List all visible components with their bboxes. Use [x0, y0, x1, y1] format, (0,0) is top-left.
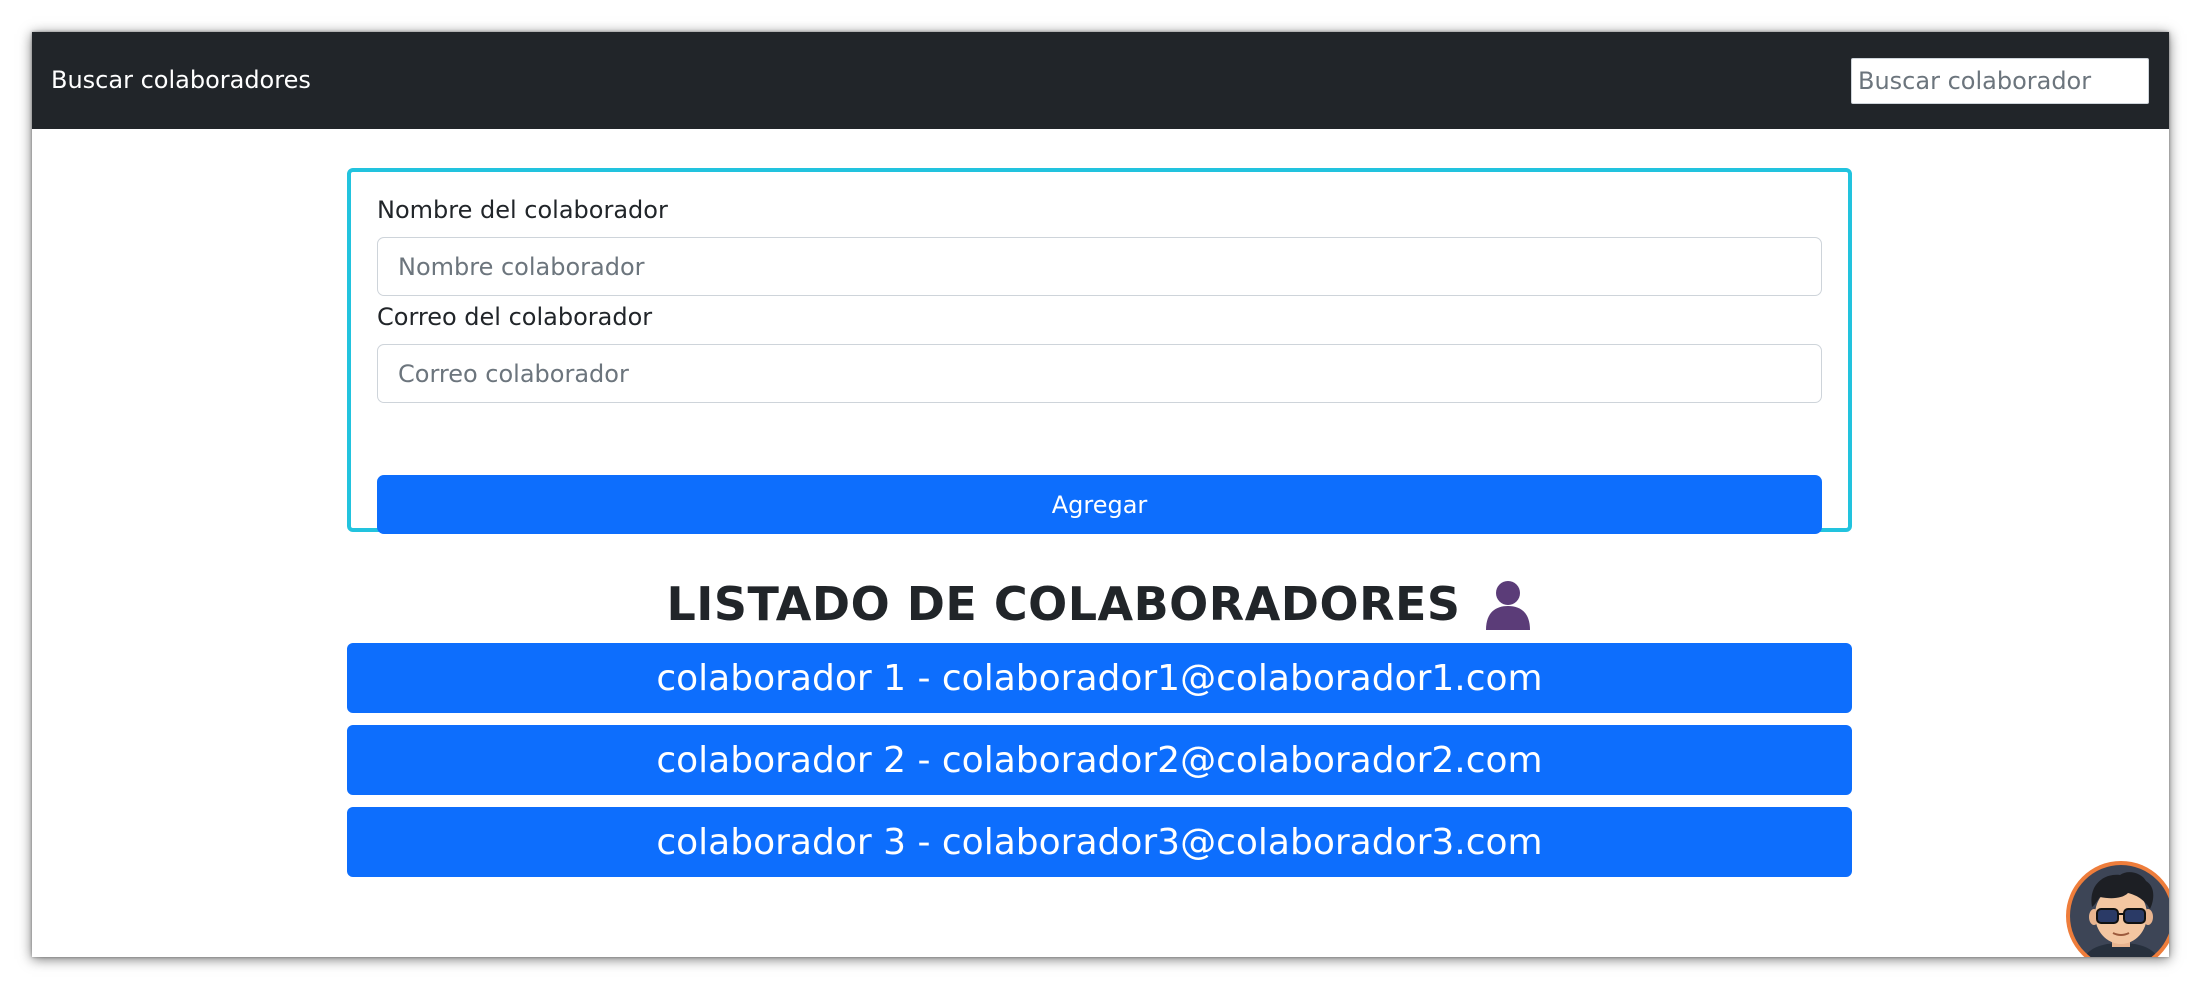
- collaborator-list: colaborador 1 - colaborador1@colaborador…: [347, 643, 1852, 889]
- add-button[interactable]: Agregar: [377, 475, 1822, 534]
- list-item[interactable]: colaborador 3 - colaborador3@colaborador…: [347, 807, 1852, 877]
- person-icon: [1483, 578, 1533, 630]
- list-title-text: LISTADO DE COLABORADORES: [666, 577, 1461, 631]
- avatar-icon: [2070, 865, 2169, 957]
- avatar[interactable]: [2066, 861, 2169, 957]
- add-collaborator-form: Nombre del colaborador Correo del colabo…: [347, 168, 1852, 534]
- list-title: LISTADO DE COLABORADORES: [347, 572, 1852, 636]
- list-item[interactable]: colaborador 1 - colaborador1@colaborador…: [347, 643, 1852, 713]
- search-input[interactable]: [1851, 58, 2149, 104]
- top-navbar: Buscar colaboradores: [32, 32, 2169, 129]
- list-item[interactable]: colaborador 2 - colaborador2@colaborador…: [347, 725, 1852, 795]
- email-input[interactable]: [377, 344, 1822, 403]
- app-window: Buscar colaboradores Nombre del colabora…: [32, 32, 2169, 957]
- name-field-label: Nombre del colaborador: [377, 196, 668, 224]
- page: Buscar colaboradores Nombre del colabora…: [0, 0, 2201, 988]
- name-input[interactable]: [377, 237, 1822, 296]
- navbar-brand[interactable]: Buscar colaboradores: [51, 32, 311, 129]
- email-field-label: Correo del colaborador: [377, 303, 653, 331]
